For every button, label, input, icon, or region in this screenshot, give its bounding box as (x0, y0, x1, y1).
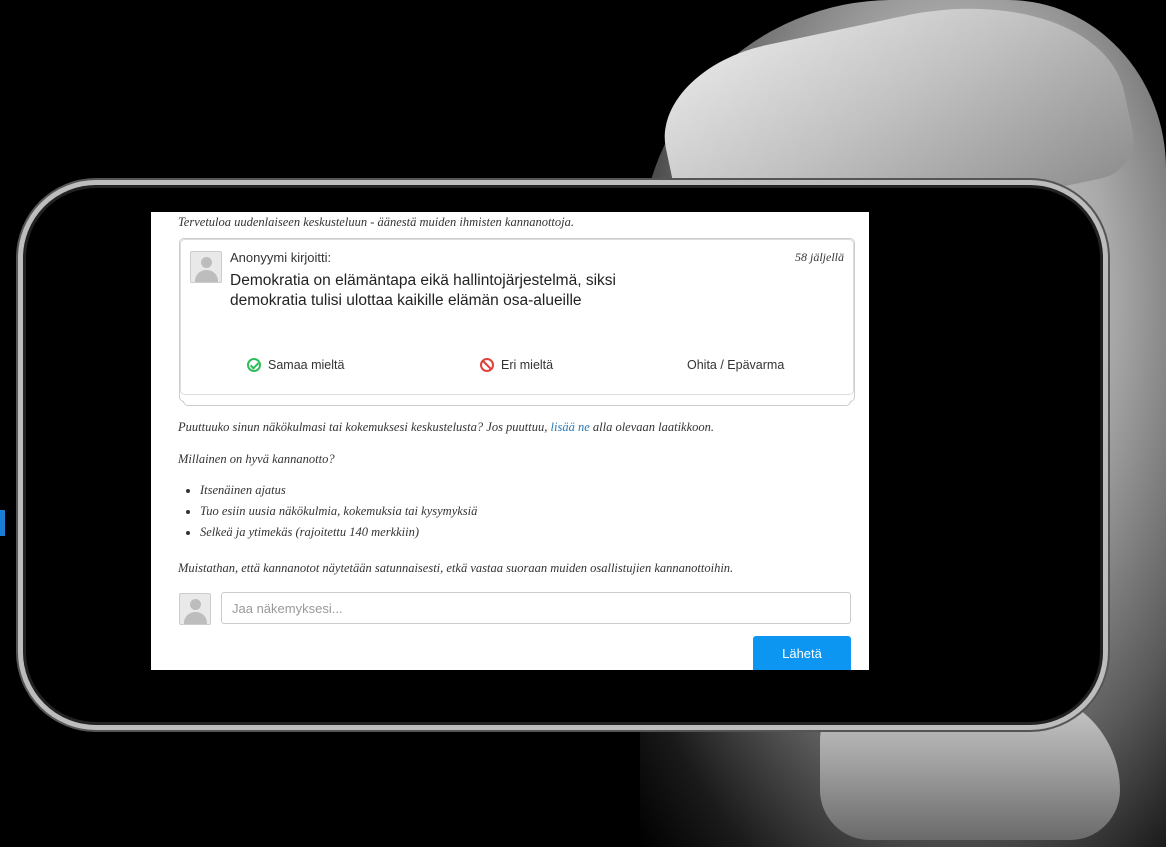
guidelines-heading: Millainen on hyvä kannanotto? (178, 452, 335, 466)
pass-button[interactable]: Ohita / Epävarma (687, 358, 784, 372)
agree-button[interactable]: Samaa mieltä (247, 358, 344, 372)
check-circle-icon (247, 358, 261, 372)
add-them-link[interactable]: lisää ne (551, 420, 590, 434)
disagree-button[interactable]: Eri mieltä (480, 358, 553, 372)
phone-screen: Tervetuloa uudenlaiseen keskusteluun - ä… (151, 212, 869, 670)
submit-button[interactable]: Lähetä (753, 636, 851, 670)
statement-card-stack: Anonyymi kirjoitti: 58 jäljellä Demokrat… (179, 238, 855, 406)
missing-perspective-prompt: Puuttuuko sinun näkökulmasi tai kokemuks… (178, 420, 714, 435)
agree-label: Samaa mieltä (268, 358, 345, 372)
user-avatar-icon (179, 593, 211, 625)
list-item: Selkeä ja ytimekäs (rajoitettu 140 merkk… (200, 522, 477, 543)
disagree-label: Eri mieltä (501, 358, 554, 372)
statement-input[interactable] (221, 592, 851, 624)
list-item: Tuo esiin uusia näkökulmia, kokemuksia t… (200, 501, 477, 522)
prompt-before-link: Puuttuuko sinun näkökulmasi tai kokemuks… (178, 420, 548, 434)
pass-label: Ohita / Epävarma (687, 358, 785, 372)
author-avatar-icon (190, 251, 222, 283)
intro-text: Tervetuloa uudenlaiseen keskusteluun - ä… (178, 215, 575, 229)
remaining-count: 58 jäljellä (795, 250, 844, 264)
statement-text: Demokratia on elämäntapa eikä hallintojä… (230, 272, 616, 309)
author-label: Anonyymi kirjoitti: (230, 250, 332, 265)
prompt-after-link: alla olevaan laatikkoon. (592, 420, 715, 434)
vote-actions: Samaa mieltä Eri mieltä Ohita / Epävarma (181, 358, 853, 378)
list-item: Itsenäinen ajatus (200, 480, 477, 501)
edge-accent (0, 510, 5, 536)
ban-icon (480, 358, 494, 372)
guidelines-list: Itsenäinen ajatus Tuo esiin uusia näköku… (178, 480, 477, 543)
statement-card: Anonyymi kirjoitti: 58 jäljellä Demokrat… (180, 239, 854, 395)
reminder-text: Muistathan, että kannanotot näytetään sa… (178, 561, 734, 575)
